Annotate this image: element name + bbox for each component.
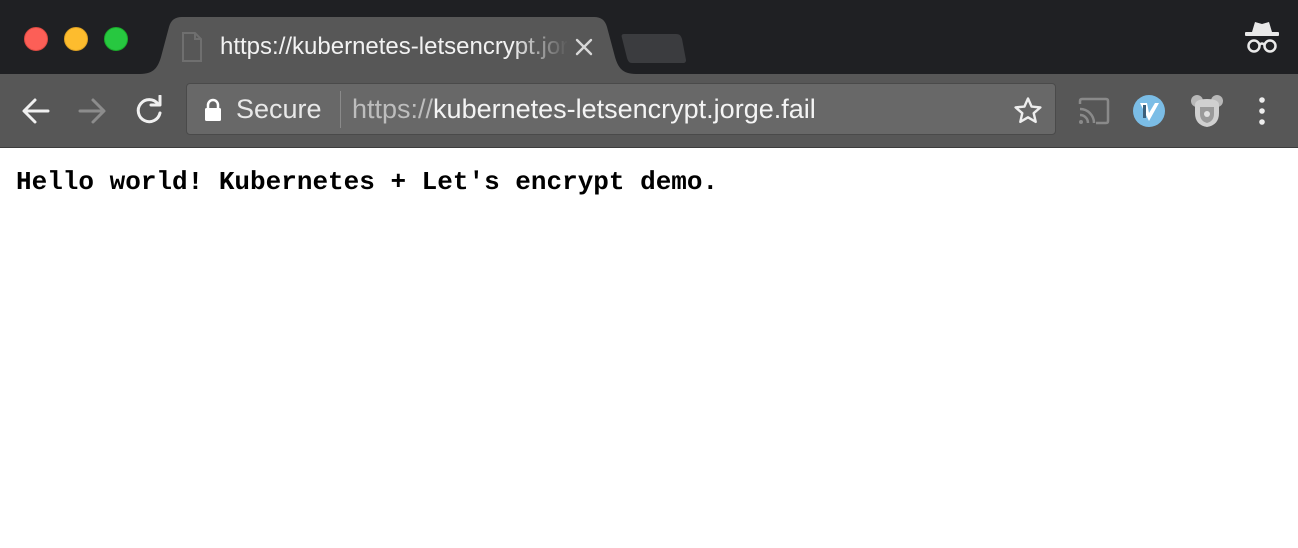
security-label[interactable]: Secure xyxy=(236,94,322,124)
window-maximize-button[interactable] xyxy=(104,27,128,51)
url-scheme: https:// xyxy=(352,94,434,124)
incognito-icon xyxy=(1245,22,1279,53)
window-minimize-button[interactable] xyxy=(64,27,88,51)
star-icon[interactable] xyxy=(1013,96,1043,126)
url-host: kubernetes-letsencrypt.jorge.fail xyxy=(433,94,816,124)
page-icon xyxy=(182,32,202,62)
bear-extension-icon[interactable] xyxy=(1189,93,1225,129)
address-bar[interactable]: Secure https://kubernetes-letsencrypt.jo… xyxy=(186,83,1056,135)
url-field[interactable]: https://kubernetes-letsencrypt.jorge.fai… xyxy=(352,94,816,124)
page-text: Hello world! Kubernetes + Let's encrypt … xyxy=(16,167,719,197)
tab-title: https://kubernetes-letsencrypt.jorge.fai… xyxy=(220,33,568,60)
close-tab-icon[interactable] xyxy=(572,35,596,59)
lock-icon[interactable] xyxy=(203,98,223,122)
address-divider xyxy=(340,91,341,128)
title-bar: https://kubernetes-letsencrypt.jorge.fai… xyxy=(0,0,1298,74)
reload-icon[interactable] xyxy=(133,95,165,127)
active-tab[interactable]: https://kubernetes-letsencrypt.jorge.fai… xyxy=(140,17,636,74)
back-arrow-icon[interactable] xyxy=(20,96,52,126)
new-tab-button[interactable] xyxy=(620,32,688,64)
menu-kebab-icon[interactable] xyxy=(1252,95,1272,127)
forward-arrow-icon[interactable] xyxy=(76,96,108,126)
window-close-button[interactable] xyxy=(24,27,48,51)
cast-icon[interactable] xyxy=(1076,95,1112,127)
browser-toolbar: Secure https://kubernetes-letsencrypt.jo… xyxy=(0,74,1298,148)
vimium-extension-icon[interactable] xyxy=(1132,94,1166,128)
page-content: Hello world! Kubernetes + Let's encrypt … xyxy=(0,148,1298,548)
